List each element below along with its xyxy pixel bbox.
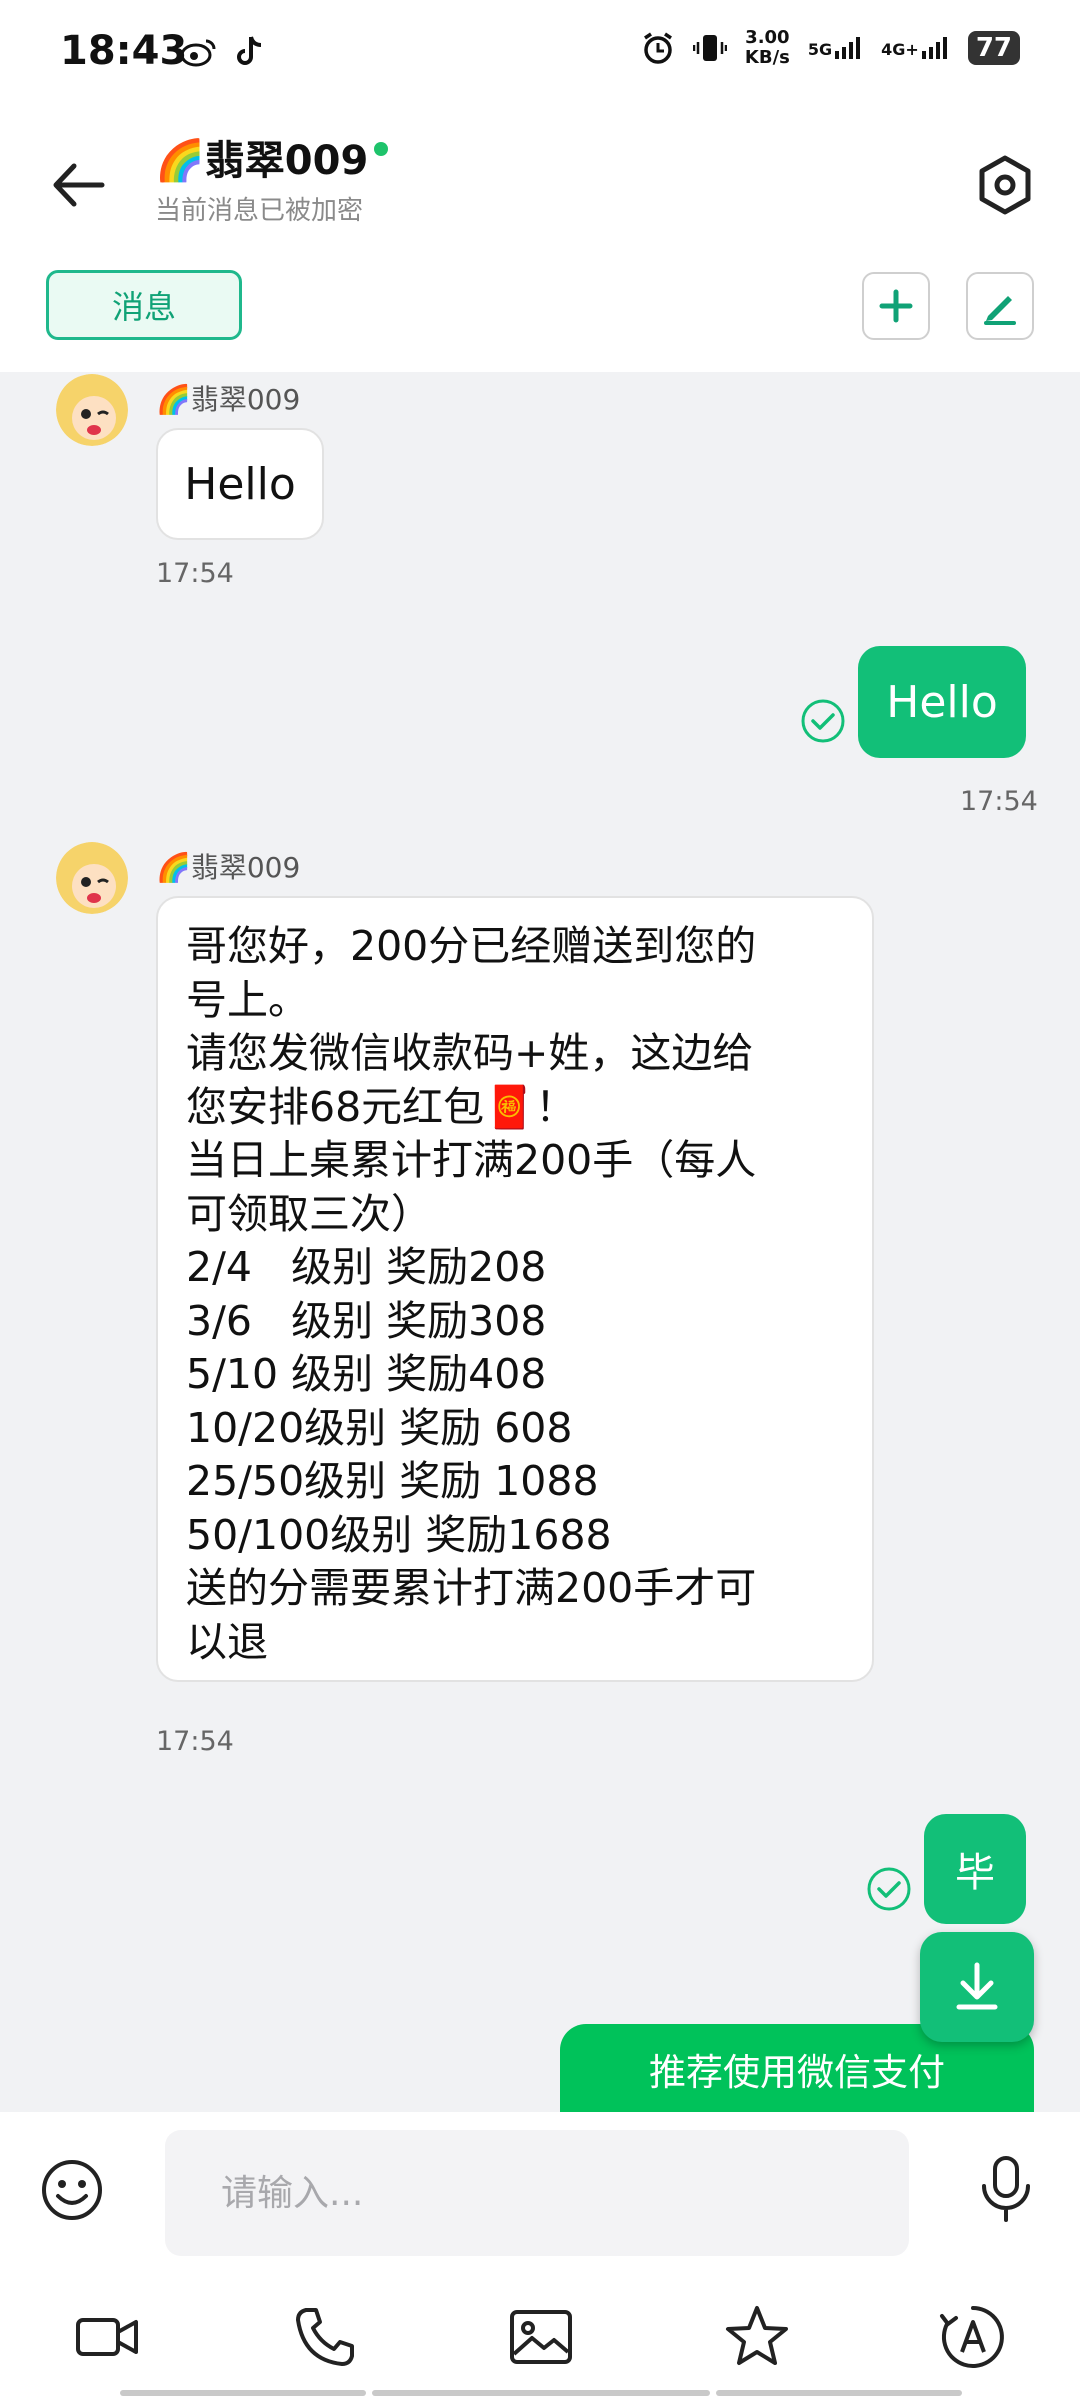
avatar[interactable] [56,374,128,446]
message-bubble-outgoing[interactable]: 毕 [924,1814,1026,1924]
microphone-icon [982,2156,1030,2222]
signal-bars-icon [835,37,861,59]
translate-a-icon [940,2306,1004,2368]
smiley-icon [42,2160,102,2220]
tiktok-icon [236,35,261,65]
net-5g-label: 5G [807,40,833,59]
video-call-button[interactable] [72,2302,142,2372]
voice-button[interactable] [974,2154,1038,2224]
scroll-to-bottom-button[interactable] [920,1932,1034,2042]
message-bubble-outgoing[interactable]: Hello [858,646,1026,758]
edit-button[interactable] [966,272,1034,340]
message-input[interactable] [165,2130,909,2256]
alarm-icon [643,32,672,64]
photo-button[interactable] [506,2302,576,2372]
message-composer [0,2112,1080,2402]
add-button[interactable] [862,272,930,340]
status-indicators: 3.00 KB/s 5G 4G+ 77 [641,28,1020,68]
settings-button[interactable] [970,150,1040,220]
image-icon [510,2310,572,2364]
nav-gesture-bar [716,2390,962,2396]
message-time: 17:54 [960,786,1038,817]
message-time: 17:54 [156,558,234,589]
tab-messages-label: 消息 [111,288,176,326]
contact-name-row: 🌈翡翠009 [155,128,389,186]
signal-bars-icon [921,37,947,59]
attachment-actions [0,2292,1080,2382]
encryption-note: 当前消息已被加密 [155,196,364,226]
settings-hexagon-icon [979,155,1031,215]
signal-4g: 4G+ [881,37,950,59]
weibo-icon [180,39,216,66]
avatar-cartoon-icon [56,374,128,446]
status-bar: 18:43 3.00 KB/s 5G 4G+ 77 [0,0,1080,110]
tab-messages[interactable]: 消息 [46,270,242,340]
chat-toolbar: 消息 [0,260,1080,372]
message-text: 毕 [955,1850,995,1896]
avatar[interactable] [56,842,128,914]
speed-unit: KB/s [744,47,790,68]
check-circle-icon [801,699,845,743]
emoji-button[interactable] [40,2158,104,2222]
sender-name: 🌈翡翠009 [156,383,301,416]
status-app-icons [180,30,265,70]
pen-icon [984,296,1016,325]
back-button[interactable] [44,150,114,220]
nav-gesture-bar [120,2390,366,2396]
vibrate-icon [692,35,727,61]
chat-header: 🌈翡翠009 当前消息已被加密 [0,110,1080,260]
plus-icon [879,289,913,323]
message-text: Hello [886,676,998,728]
online-status-dot [374,142,389,156]
net-4g-label: 4G+ [881,40,919,59]
voice-call-button[interactable] [290,2302,360,2372]
sender-name: 🌈翡翠009 [156,851,301,884]
payment-recommend-text: 推荐使用微信支付 [649,2051,945,2094]
status-time: 18:43 [60,28,188,74]
chat-area[interactable]: 🌈翡翠009 Hello 17:54 Hello 17:54 🌈翡翠009 哥您… [0,372,1080,2112]
download-arrow-icon [956,1962,998,2010]
arrow-left-icon [53,163,105,207]
message-text: 哥您好，200分已经赠送到您的 号上。 请您发微信收款码+姓，这边给 您安排68… [186,922,757,1666]
nav-gesture-bar [372,2390,710,2396]
signal-5g: 5G [808,37,863,59]
battery-level: 77 [967,31,1020,65]
translate-button[interactable] [938,2302,1008,2372]
message-bubble-incoming[interactable]: Hello [156,428,324,540]
video-camera-icon [76,2318,138,2356]
phone-icon [296,2308,354,2366]
favorite-button[interactable] [722,2302,792,2372]
message-time: 17:54 [156,1726,234,1757]
check-circle-icon [867,1867,911,1911]
contact-name: 🌈翡翠009 [155,138,369,184]
network-speed: 3.00 KB/s [745,28,790,68]
star-icon [726,2306,788,2365]
avatar-cartoon-icon [56,842,128,914]
message-text: Hello [184,458,296,510]
speed-value: 3.00 [745,27,790,48]
message-bubble-incoming[interactable]: 哥您好，200分已经赠送到您的 号上。 请您发微信收款码+姓，这边给 您安排68… [156,896,874,1682]
